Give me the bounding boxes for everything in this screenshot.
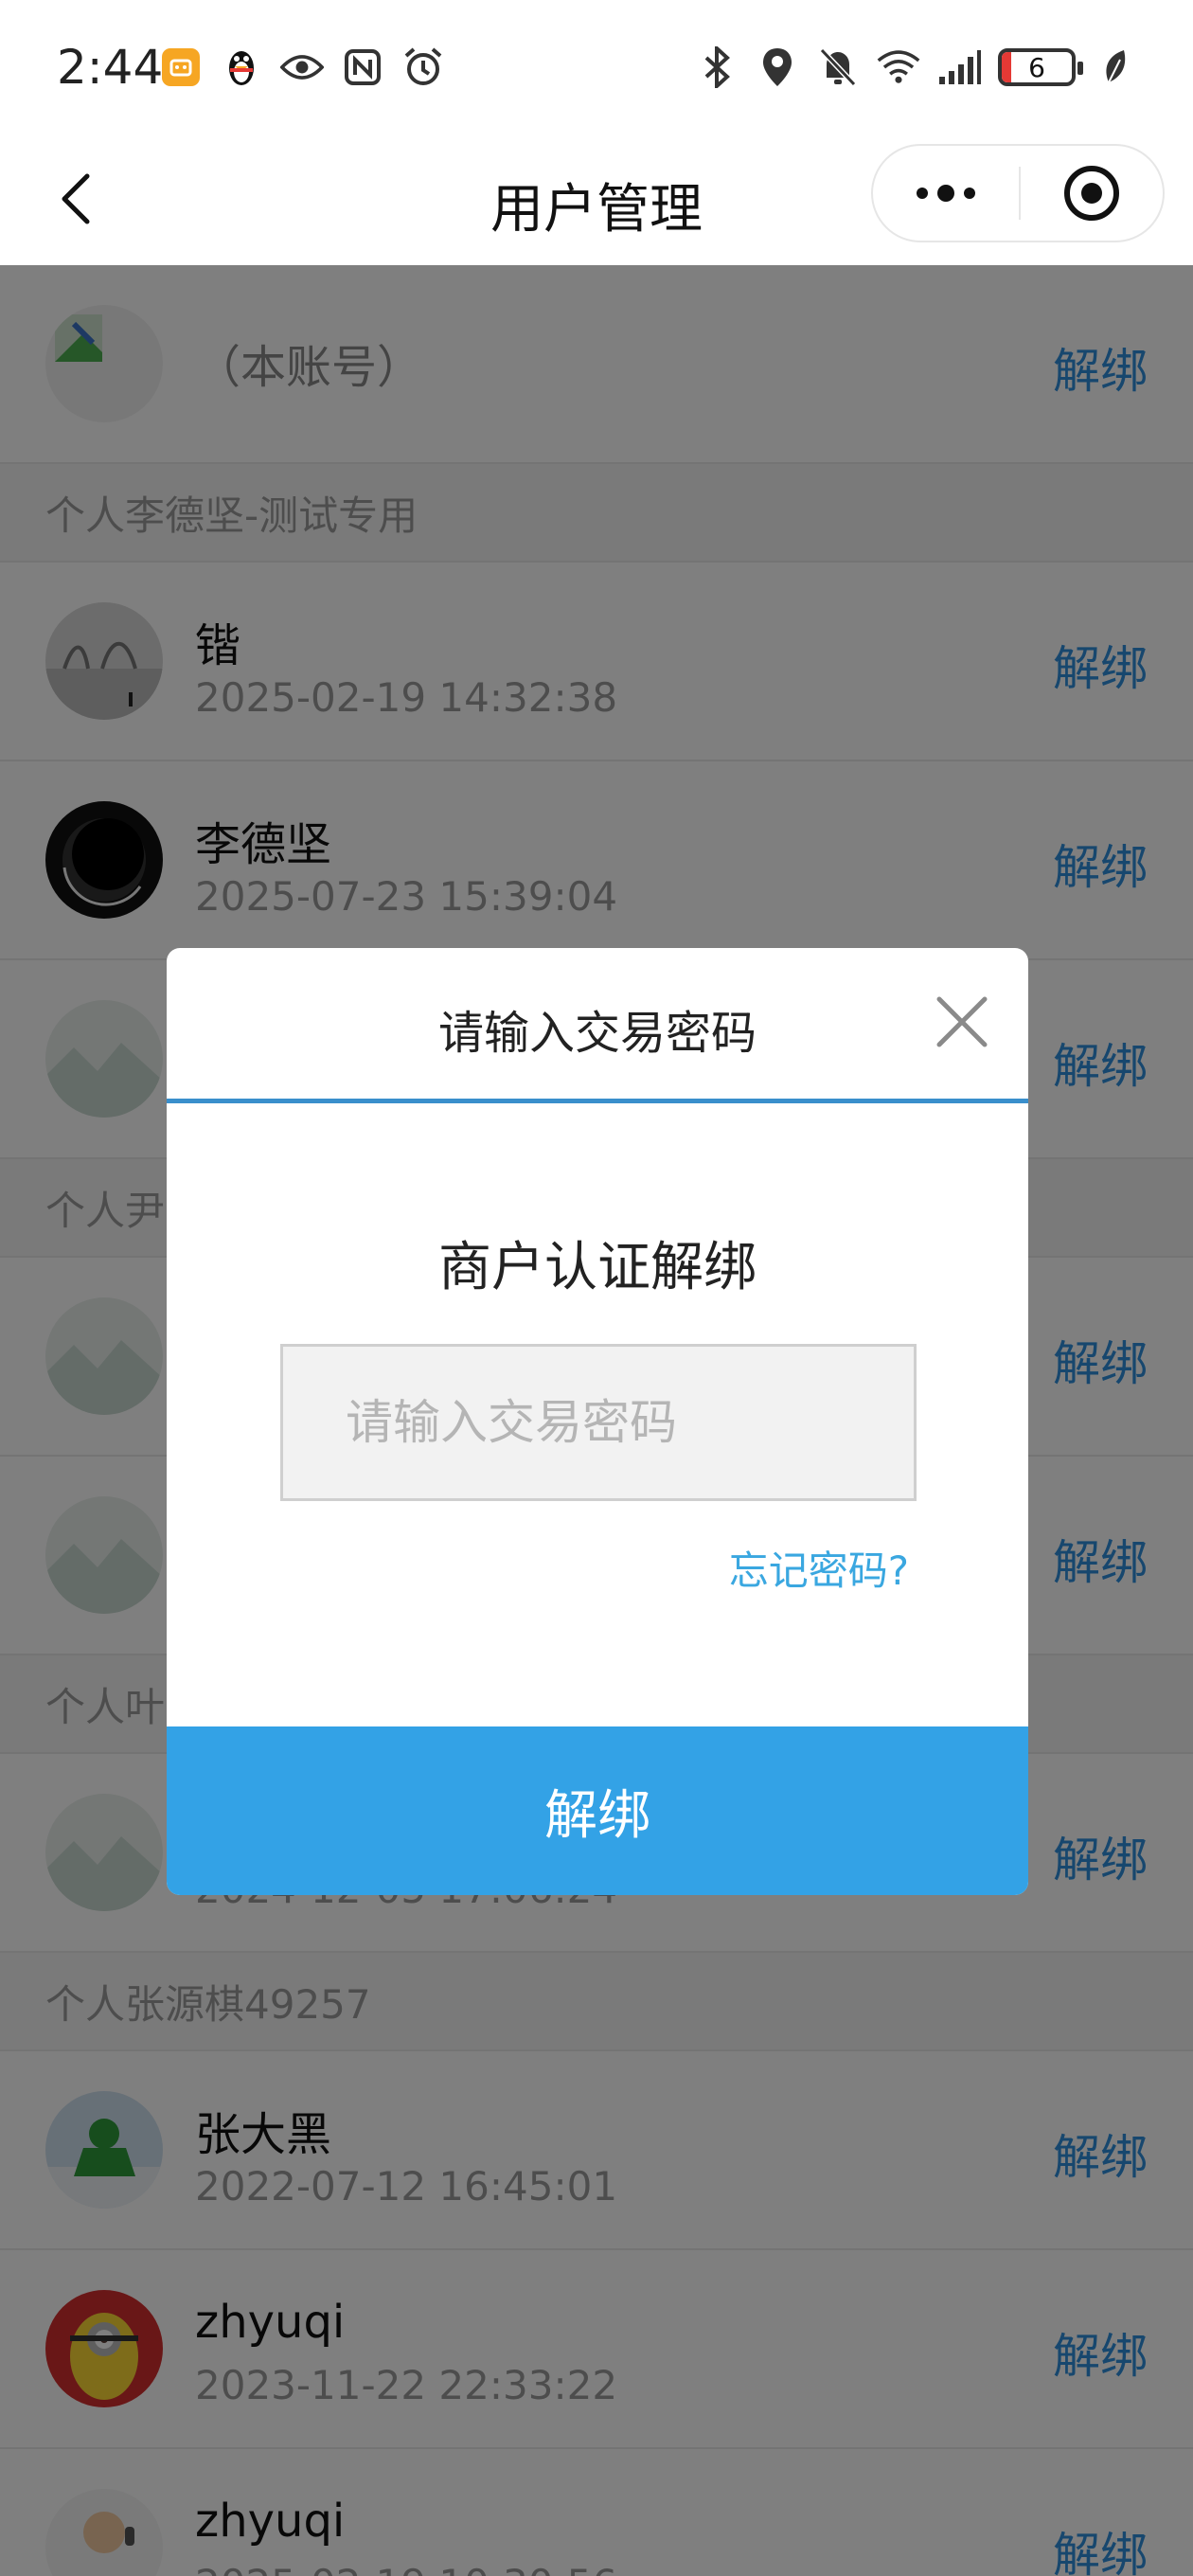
app-notification-icon xyxy=(159,45,203,89)
close-button[interactable] xyxy=(934,993,990,1050)
status-right-icons: 6 xyxy=(695,45,1136,89)
miniprogram-capsule xyxy=(871,144,1165,242)
nav-header: 用户管理 xyxy=(0,133,1193,265)
more-dots-icon xyxy=(917,185,975,202)
password-dialog: 请输入交易密码 商户认证解绑 忘记密码? 解绑 xyxy=(167,948,1028,1895)
password-input[interactable] xyxy=(280,1344,917,1501)
qq-penguin-icon xyxy=(220,45,263,89)
status-bar: 2:44 6 xyxy=(0,0,1193,133)
nfc-icon xyxy=(341,45,384,89)
unbind-submit-button[interactable]: 解绑 xyxy=(167,1726,1028,1895)
bluetooth-icon xyxy=(695,45,739,89)
close-icon xyxy=(936,996,988,1047)
dialog-title: 请输入交易密码 xyxy=(437,1007,757,1060)
close-miniprogram-button[interactable] xyxy=(1021,146,1163,241)
target-circle-icon xyxy=(1064,166,1119,221)
signal-icon xyxy=(937,45,981,89)
more-button[interactable] xyxy=(873,146,1019,241)
forgot-password-link[interactable]: 忘记密码? xyxy=(729,1539,909,1597)
location-icon xyxy=(756,45,799,89)
dialog-subtitle: 商户认证解绑 xyxy=(438,1237,757,1298)
battery-icon: 6 xyxy=(998,48,1083,86)
wifi-icon xyxy=(877,45,920,89)
dialog-title-bar: 请输入交易密码 xyxy=(167,948,1028,1103)
status-left-icons xyxy=(159,45,445,89)
eye-icon xyxy=(280,45,324,89)
mute-icon xyxy=(816,45,860,89)
leaf-icon xyxy=(1093,45,1136,89)
status-time: 2:44 xyxy=(57,40,164,95)
alarm-icon xyxy=(401,45,445,89)
